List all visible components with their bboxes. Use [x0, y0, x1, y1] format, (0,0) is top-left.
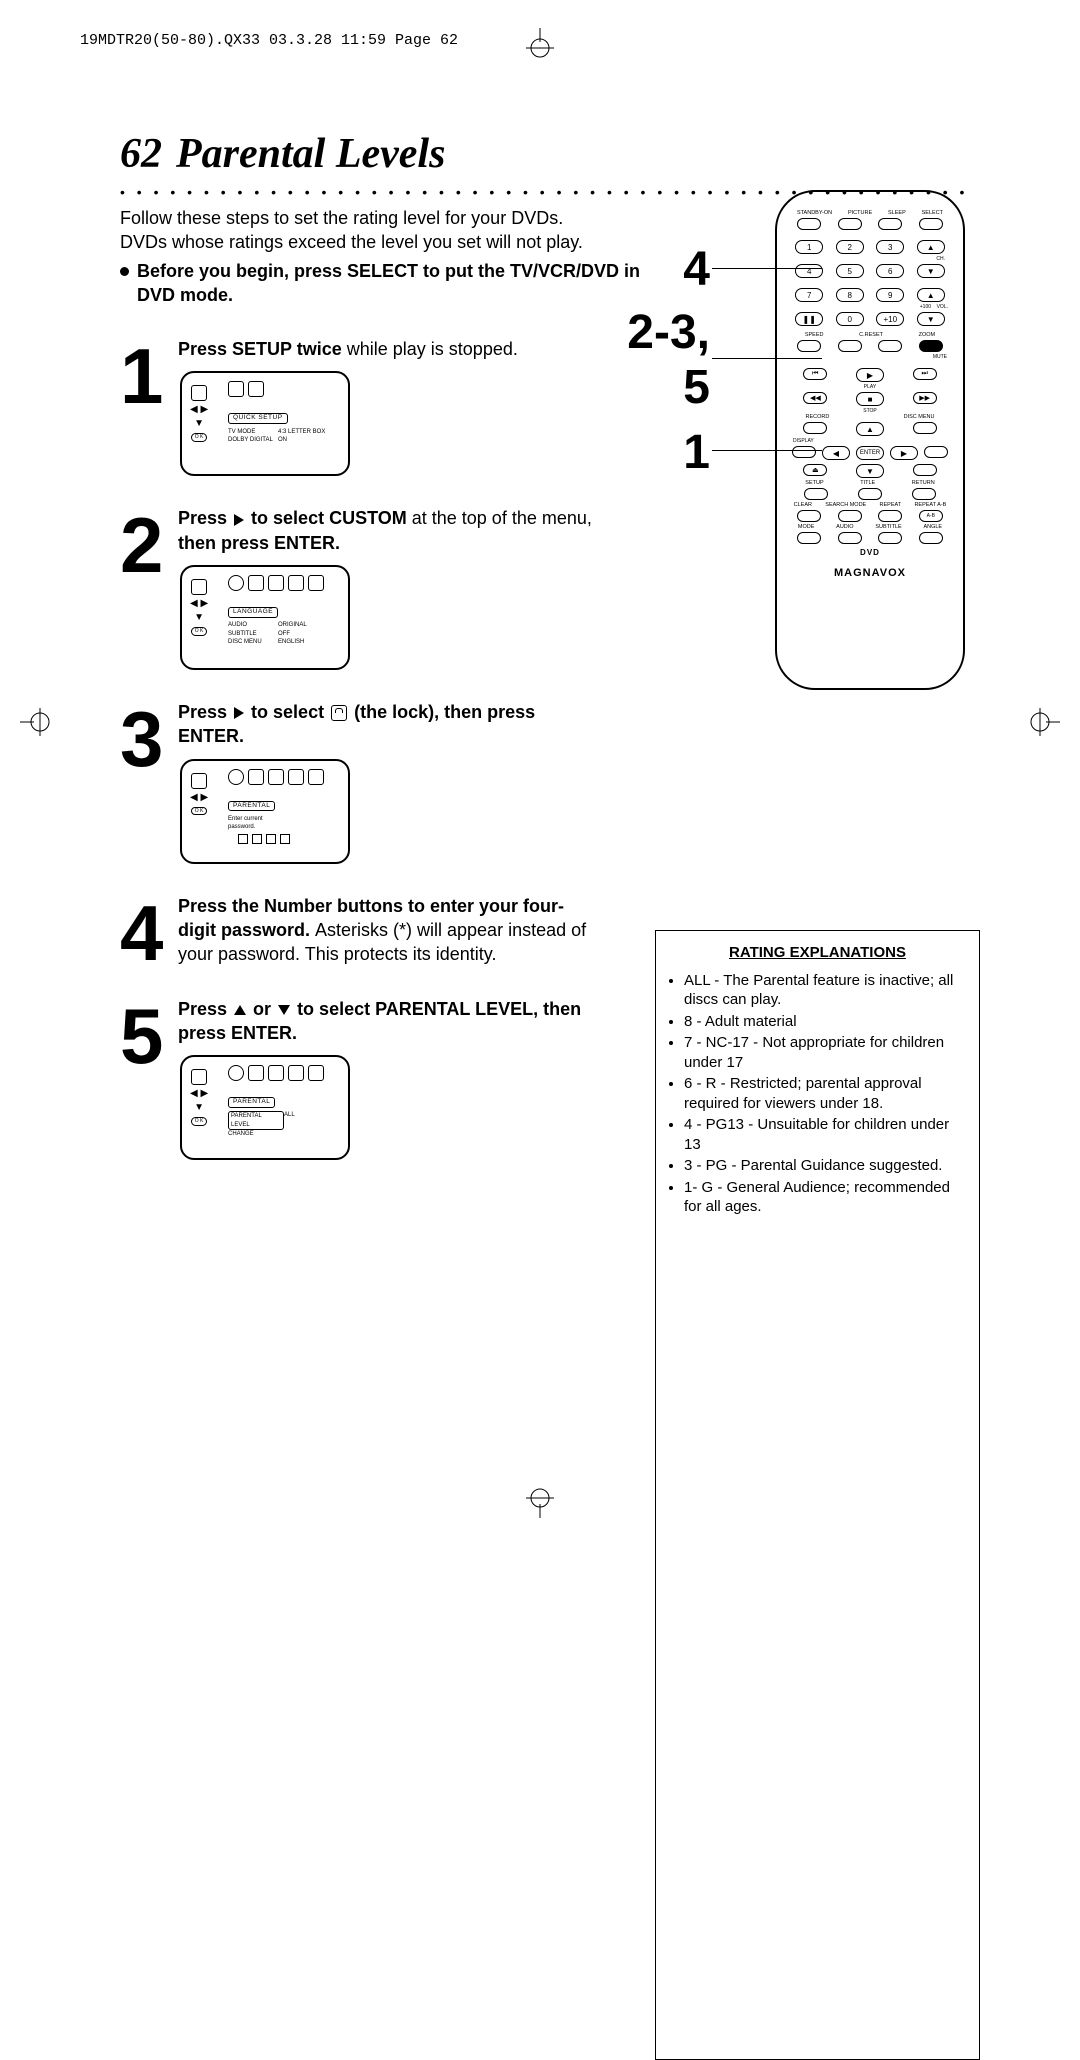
bullet-icon [120, 267, 129, 276]
dvd-logo: DVD [777, 548, 963, 557]
rating-item: 6 - R - Restricted; parental approval re… [684, 1074, 965, 1113]
lock-icon [331, 705, 347, 721]
rating-item: 1- G - General Audience; recommended for… [684, 1178, 965, 1217]
crop-mark-right [1020, 702, 1060, 742]
rating-explanations-box: RATING EXPLANATIONS ALL - The Parental f… [655, 930, 980, 2060]
step-number-5: 5 [120, 997, 178, 1069]
osd1-label: QUICK SETUP [228, 413, 288, 424]
step3-text: Press to select (the lock), then press E… [178, 700, 598, 749]
crop-mark-top [520, 28, 560, 68]
osd-screen-5: ◀ ▶ ▼ O K PARENTAL PARENTAL LEVELALL CHA… [180, 1055, 350, 1160]
osd3-label: PARENTAL [228, 801, 275, 812]
rating-item: ALL - The Parental feature is inactive; … [684, 971, 965, 1010]
crop-mark-bottom [520, 1478, 560, 1518]
callout-4: 4 [683, 242, 710, 297]
intro-bullet: Before you begin, press SELECT to put th… [137, 259, 660, 308]
remote-diagram: STANDBY-ONPICTURESLEEPSELECT 123▲ CH. 45… [720, 190, 980, 690]
step-number-2: 2 [120, 506, 178, 578]
callout-1: 1 [683, 425, 710, 480]
right-arrow-icon [234, 514, 244, 526]
callout-5: 5 [683, 360, 710, 415]
intro-line1: Follow these steps to set the rating lev… [120, 206, 660, 230]
osd2-label: LANGUAGE [228, 607, 278, 618]
osd-screen-1: ◀ ▶ ▼ O K QUICK SETUP TV MODE4:3 LETTER … [180, 371, 350, 476]
osd5-label: PARENTAL [228, 1097, 275, 1108]
rating-item: 8 - Adult material [684, 1012, 965, 1032]
page-number: 62 [120, 131, 162, 177]
up-arrow-icon [234, 1005, 246, 1015]
intro-line2: DVDs whose ratings exceed the level you … [120, 230, 660, 254]
step2-text: Press to select CUSTOM at the top of the… [178, 506, 598, 555]
osd-screen-3: ◀ ▶ O K PARENTAL Enter current password. [180, 759, 350, 864]
page-title: 62 Parental Levels [120, 130, 980, 178]
rating-item: 4 - PG13 - Unsuitable for children under… [684, 1115, 965, 1154]
brand-label: MAGNAVOX [777, 567, 963, 579]
title-text: Parental Levels [176, 131, 445, 177]
osd-screen-2: ◀ ▶ ▼ O K LANGUAGE AUDIOORIGINAL SUBTITL… [180, 565, 350, 670]
step-number-4: 4 [120, 894, 178, 966]
rating-item: 7 - NC-17 - Not appropriate for children… [684, 1033, 965, 1072]
down-arrow-icon [278, 1005, 290, 1015]
step-number-1: 1 [120, 337, 178, 409]
step-number-3: 3 [120, 700, 178, 772]
rating-item: 3 - PG - Parental Guidance suggested. [684, 1156, 965, 1176]
crop-mark-left [20, 702, 60, 742]
step4-text: Press the Number buttons to enter your f… [178, 894, 598, 967]
step5-text: Press or to select PARENTAL LEVEL, then … [178, 997, 598, 1046]
step1-text: Press SETUP twice while play is stopped. [178, 337, 598, 361]
print-header: 19MDTR20(50-80).QX33 03.3.28 11:59 Page … [80, 32, 458, 49]
rating-header: RATING EXPLANATIONS [670, 943, 965, 963]
callout-23: 2-3, [627, 305, 710, 360]
right-arrow-icon [234, 707, 244, 719]
